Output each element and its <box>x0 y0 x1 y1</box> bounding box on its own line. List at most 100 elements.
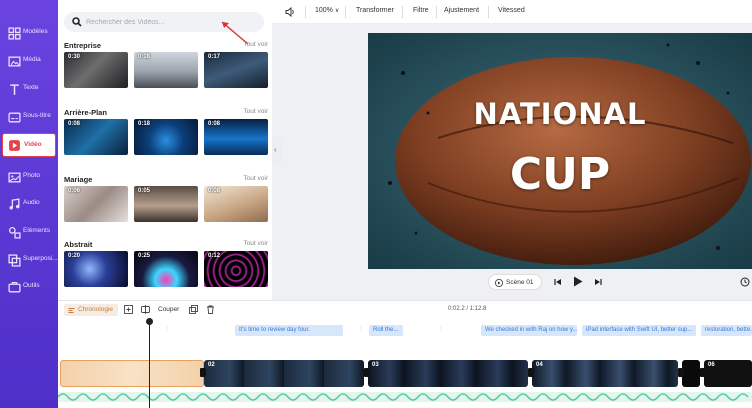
category-title: Arrière-Plan <box>64 108 107 117</box>
sidebar-item-label: Média <box>23 56 41 63</box>
transform-button[interactable]: Transformer <box>356 7 394 14</box>
category-title: Entreprise <box>64 41 102 50</box>
collapse-panel-handle[interactable]: ‹ <box>272 136 282 164</box>
duration-badge: 0:12 <box>208 253 221 259</box>
subtitle-icon <box>8 112 21 123</box>
category-title: Mariage <box>64 175 93 184</box>
video-thumbnail[interactable]: 0:12 <box>204 251 268 287</box>
sidebar-item-video[interactable]: Vidéo <box>2 133 56 157</box>
caption-clip[interactable]: It's time to review day four. <box>235 325 343 336</box>
video-thumbnail[interactable]: 0:17 <box>204 52 268 88</box>
see-all-link[interactable]: Tout voir <box>243 41 268 48</box>
duration-badge: 0:08 <box>68 121 81 127</box>
skip-forward-icon[interactable] <box>594 278 602 286</box>
video-clip[interactable]: 02 <box>204 360 364 387</box>
timecode: 0:02.2 / 1:12.8 <box>448 306 487 312</box>
chronology-label: Chronologie <box>78 306 114 313</box>
chronology-button[interactable]: Chronologie <box>64 304 119 316</box>
duration-badge: 0:17 <box>208 54 221 60</box>
transition-handle[interactable] <box>678 368 684 377</box>
caption-clip[interactable]: Roll the... <box>369 325 403 336</box>
video-thumbnail[interactable]: 0:06 <box>64 186 128 222</box>
video-track: 02 03 04 06 <box>58 360 752 387</box>
divider <box>345 6 346 18</box>
photo-icon <box>8 172 21 183</box>
playhead[interactable] <box>146 318 153 408</box>
play-circle-icon <box>495 279 503 287</box>
sidebar-item-subtitle[interactable]: Sous-titre <box>0 98 58 138</box>
split-icon[interactable] <box>141 305 150 314</box>
video-thumbnail[interactable]: 0:08 <box>134 52 198 88</box>
duration-badge: 0:25 <box>138 253 151 259</box>
sidebar-item-label: Outils <box>23 282 40 289</box>
video-clip-selected[interactable] <box>60 360 204 387</box>
video-preview[interactable]: NATIONAL CUP <box>368 33 752 269</box>
divider <box>402 6 403 18</box>
clock-icon[interactable] <box>740 277 750 287</box>
clip-number: 06 <box>708 362 715 368</box>
top-toolbar: 100% ∨ Transformer Filtre Ajustement Vit… <box>272 0 752 24</box>
video-thumbnail[interactable]: 0:08 <box>204 186 268 222</box>
clip-number: 03 <box>372 362 379 368</box>
zoom-dropdown[interactable]: 100% ∨ <box>315 7 339 14</box>
preview-stage: NATIONAL CUP Scène 01 <box>272 24 752 300</box>
duration-badge: 0:20 <box>68 253 81 259</box>
sidebar-item-label: Audio <box>23 199 40 206</box>
add-track-icon[interactable] <box>124 305 133 314</box>
text-icon <box>10 84 19 95</box>
transition-handle[interactable] <box>528 368 534 377</box>
sidebar-item-label: Sous-titre <box>23 112 51 119</box>
templates-icon <box>8 27 21 40</box>
volume-icon[interactable] <box>285 7 295 17</box>
elements-icon <box>8 226 21 239</box>
sidebar-item-label: Texte <box>23 84 39 91</box>
title-line-1: NATIONAL <box>473 97 647 131</box>
video-thumbnail[interactable]: 0:08 <box>204 119 268 155</box>
skip-back-icon[interactable] <box>554 278 562 286</box>
video-clip[interactable] <box>682 360 700 387</box>
video-thumbnail[interactable]: 0:05 <box>134 186 198 222</box>
video-thumbnail[interactable]: 0:08 <box>64 119 128 155</box>
scene-label: Scène 01 <box>506 279 534 286</box>
category-title: Abstrait <box>64 240 93 249</box>
video-thumbnail[interactable]: 0:25 <box>134 251 198 287</box>
ruler-tick: ⋮ <box>358 326 364 332</box>
duration-badge: 0:30 <box>68 54 81 60</box>
ruler-tick: ⋮ <box>438 326 444 332</box>
video-thumbnail[interactable]: 0:18 <box>134 119 198 155</box>
chevron-left-icon: ‹ <box>274 145 277 154</box>
video-clip[interactable]: 04 <box>532 360 678 387</box>
tools-icon <box>8 282 21 293</box>
video-thumbnail[interactable]: 0:20 <box>64 251 128 287</box>
overlay-icon <box>8 254 21 267</box>
duplicate-icon[interactable] <box>189 305 198 314</box>
caption-clip[interactable]: restoration, bette... <box>701 325 752 336</box>
audio-waveform[interactable] <box>58 389 752 405</box>
see-all-link[interactable]: Tout voir <box>243 108 268 115</box>
timeline-toolbar: Chronologie Couper 0:02.2 / 1:12.8 <box>58 301 752 317</box>
sidebar-item-label: Eléments <box>23 227 51 234</box>
video-library-panel: Entreprise Tout voir 0:30 0:08 0:17 Arri… <box>58 0 272 300</box>
play-icon[interactable] <box>573 276 583 287</box>
filter-button[interactable]: Filtre <box>413 7 429 14</box>
transition-handle[interactable] <box>200 368 206 377</box>
transition-handle[interactable] <box>700 368 706 377</box>
caption-clip[interactable]: We checked in with Raj on how y... <box>481 325 577 336</box>
transition-handle[interactable] <box>364 368 370 377</box>
scene-button[interactable]: Scène 01 <box>488 274 542 290</box>
video-clip[interactable]: 03 <box>368 360 528 387</box>
sidebar-item-tools[interactable]: Outils <box>0 268 58 308</box>
video-thumbnail[interactable]: 0:30 <box>64 52 128 88</box>
cut-button[interactable]: Couper <box>158 306 179 313</box>
see-all-link[interactable]: Tout voir <box>243 240 268 247</box>
video-icon <box>9 140 20 151</box>
delete-icon[interactable] <box>206 305 215 314</box>
caption-clip[interactable]: iPad interface with Swift UI, better sup… <box>582 325 696 336</box>
adjust-button[interactable]: Ajustement <box>444 7 479 14</box>
ruler-tick: ⋮ <box>164 326 170 332</box>
duration-badge: 0:08 <box>138 54 151 60</box>
speed-button[interactable]: Vitessed <box>498 7 525 14</box>
video-clip[interactable]: 06 <box>704 360 752 387</box>
see-all-link[interactable]: Tout voir <box>243 175 268 182</box>
duration-badge: 0:18 <box>138 121 151 127</box>
